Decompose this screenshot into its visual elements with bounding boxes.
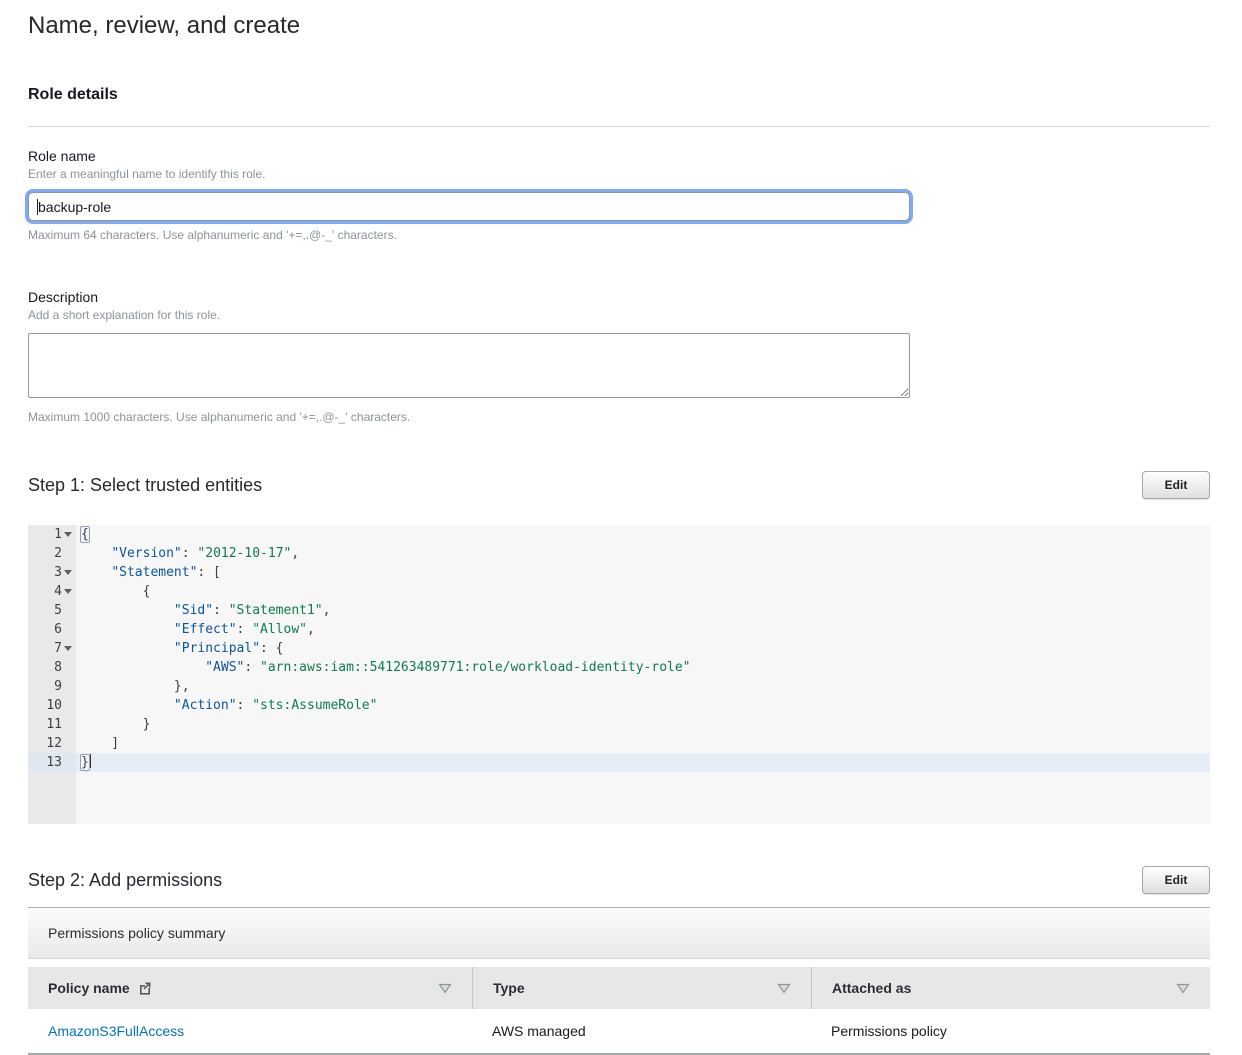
line-number: 4 xyxy=(54,582,62,601)
fold-arrow-icon[interactable] xyxy=(64,589,72,594)
permissions-panel-header: Permissions policy summary xyxy=(28,908,1210,959)
line-number: 6 xyxy=(54,620,62,639)
type-column-label: Type xyxy=(493,980,525,996)
permissions-table: Policy name Type xyxy=(28,967,1210,1055)
editor-gutter: 7 xyxy=(28,639,76,658)
editor-line[interactable]: 9 }, xyxy=(28,677,1210,696)
line-number: 5 xyxy=(54,601,62,620)
step2-header: Step 2: Add permissions Edit xyxy=(28,866,1210,894)
editor-line[interactable]: 6 "Effect": "Allow", xyxy=(28,620,1210,639)
role-details-heading: Role details xyxy=(28,86,1210,104)
filter-dropdown-icon[interactable] xyxy=(1176,983,1190,994)
code-line-content: { xyxy=(76,582,1210,601)
description-help: Add a short explanation for this role. xyxy=(28,308,1210,322)
table-row: AmazonS3FullAccessAWS managedPermissions… xyxy=(28,1009,1210,1055)
permissions-panel-title: Permissions policy summary xyxy=(48,925,225,941)
editor-gutter: 11 xyxy=(28,715,76,734)
editor-gutter: 9 xyxy=(28,677,76,696)
editor-line[interactable]: 10 "Action": "sts:AssumeRole" xyxy=(28,696,1210,715)
attached-as-cell: Permissions policy xyxy=(811,1009,1210,1053)
text-cursor xyxy=(37,199,38,215)
role-name-help: Enter a meaningful name to identify this… xyxy=(28,167,1210,181)
editor-gutter: 5 xyxy=(28,601,76,620)
code-line-content: "AWS": "arn:aws:iam::541263489771:role/w… xyxy=(76,658,1210,677)
code-line-content: { xyxy=(76,525,1210,544)
external-link-icon xyxy=(138,981,152,995)
line-number: 1 xyxy=(54,525,62,544)
editor-line[interactable]: 5 "Sid": "Statement1", xyxy=(28,601,1210,620)
permissions-table-header: Policy name Type xyxy=(28,967,1210,1009)
editor-line[interactable]: 1{ xyxy=(28,525,1210,544)
line-number: 11 xyxy=(46,715,62,734)
step2-title: Step 2: Add permissions xyxy=(28,870,222,891)
editor-gutter: 10 xyxy=(28,696,76,715)
editor-gutter: 8 xyxy=(28,658,76,677)
policy-editor-lines: 1{2 "Version": "2012-10-17",3 "Statement… xyxy=(28,525,1210,772)
editor-gutter: 1 xyxy=(28,525,76,544)
editor-gutter: 2 xyxy=(28,544,76,563)
editor-line[interactable]: 11 } xyxy=(28,715,1210,734)
code-line-content: } xyxy=(76,753,1210,772)
attached-as-column-label: Attached as xyxy=(832,980,911,996)
editor-gutter: 13 xyxy=(28,753,76,772)
step1-edit-button[interactable]: Edit xyxy=(1142,471,1210,499)
role-name-input[interactable] xyxy=(28,192,910,221)
trust-policy-editor[interactable]: 1{2 "Version": "2012-10-17",3 "Statement… xyxy=(28,525,1210,824)
editor-line[interactable]: 2 "Version": "2012-10-17", xyxy=(28,544,1210,563)
step2-edit-button[interactable]: Edit xyxy=(1142,866,1210,894)
role-name-label: Role name xyxy=(28,148,1210,164)
editor-gutter: 3 xyxy=(28,563,76,582)
editor-cursor xyxy=(90,754,91,768)
description-input[interactable] xyxy=(28,333,910,398)
line-number: 13 xyxy=(46,753,62,772)
code-line-content: "Sid": "Statement1", xyxy=(76,601,1210,620)
filter-dropdown-icon[interactable] xyxy=(438,983,452,994)
editor-line[interactable]: 3 "Statement": [ xyxy=(28,563,1210,582)
code-line-content: }, xyxy=(76,677,1210,696)
fold-arrow-icon[interactable] xyxy=(64,570,72,575)
editor-gutter: 12 xyxy=(28,734,76,753)
step1-header: Step 1: Select trusted entities Edit xyxy=(28,471,1210,499)
filter-dropdown-icon[interactable] xyxy=(777,983,791,994)
fold-arrow-icon[interactable] xyxy=(64,532,72,537)
code-line-content: ] xyxy=(76,734,1210,753)
column-header-policy-name[interactable]: Policy name xyxy=(28,967,472,1009)
line-number: 10 xyxy=(46,696,62,715)
line-number: 12 xyxy=(46,734,62,753)
editor-gutter: 6 xyxy=(28,620,76,639)
editor-line[interactable]: 4 { xyxy=(28,582,1210,601)
name-review-create-page: Name, review, and create Role details Ro… xyxy=(0,0,1242,1055)
editor-line[interactable]: 8 "AWS": "arn:aws:iam::541263489771:role… xyxy=(28,658,1210,677)
editor-line[interactable]: 12 ] xyxy=(28,734,1210,753)
policy-type-cell: AWS managed xyxy=(472,1009,811,1053)
code-line-content: "Action": "sts:AssumeRole" xyxy=(76,696,1210,715)
permissions-table-body: AmazonS3FullAccessAWS managedPermissions… xyxy=(28,1009,1210,1055)
description-label: Description xyxy=(28,289,1210,305)
code-line-content: } xyxy=(76,715,1210,734)
line-number: 8 xyxy=(54,658,62,677)
code-line-content: "Statement": [ xyxy=(76,563,1210,582)
code-line-content: "Effect": "Allow", xyxy=(76,620,1210,639)
page-title: Name, review, and create xyxy=(28,12,1210,40)
editor-line[interactable]: 7 "Principal": { xyxy=(28,639,1210,658)
fold-arrow-icon[interactable] xyxy=(64,646,72,651)
code-line-content: "Principal": { xyxy=(76,639,1210,658)
column-header-type[interactable]: Type xyxy=(472,967,811,1009)
editor-gutter: 4 xyxy=(28,582,76,601)
column-header-attached-as[interactable]: Attached as xyxy=(811,967,1210,1009)
description-constraint: Maximum 1000 characters. Use alphanumeri… xyxy=(28,410,1210,424)
line-number: 9 xyxy=(54,677,62,696)
role-name-constraint: Maximum 64 characters. Use alphanumeric … xyxy=(28,228,1210,242)
policy-name-column-label: Policy name xyxy=(48,980,130,996)
step1-title: Step 1: Select trusted entities xyxy=(28,475,262,496)
code-line-content: "Version": "2012-10-17", xyxy=(76,544,1210,563)
role-details-divider xyxy=(28,126,1210,127)
editor-line[interactable]: 13} xyxy=(28,753,1210,772)
line-number: 3 xyxy=(54,563,62,582)
line-number: 7 xyxy=(54,639,62,658)
line-number: 2 xyxy=(54,544,62,563)
